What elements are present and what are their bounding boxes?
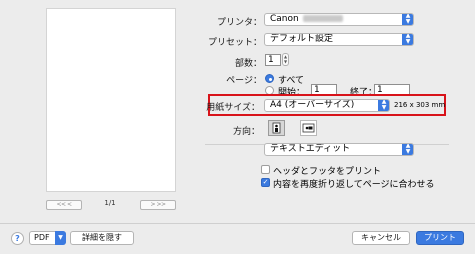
chevron-updown-icon: ▲ ▼ [402,14,413,25]
printer-popup[interactable]: Canon ▲ ▼ [264,13,414,26]
paper-size-dimensions: 216 x 303 mm [394,101,446,109]
chevron-updown-icon: ▲ ▼ [402,34,413,45]
cancel-button[interactable]: キャンセル [352,231,410,245]
pdf-label: PDF [34,233,50,242]
first-prev-page-button[interactable]: << < [46,200,82,210]
rewrap-checkbox[interactable]: ✓ [261,178,270,187]
rewrap-label: 内容を再度折り返してページに合わせる [273,180,435,190]
print-button[interactable]: プリント [416,231,464,245]
preset-popup[interactable]: デフォルト設定 ▲ ▼ [264,33,414,46]
landscape-person-icon [302,123,315,133]
app-section-popup[interactable]: テキストエディット ▲ ▼ [264,143,414,156]
page-preview [46,8,176,192]
chevron-updown-icon: ▲ ▼ [402,144,413,155]
first-page-label: << [56,201,66,208]
landscape-orientation-button[interactable] [300,120,317,136]
chevron-updown-icon: ▲ ▼ [378,100,389,111]
copies-field[interactable]: 1 [265,54,281,66]
page-indicator: 1/1 [104,199,116,207]
portrait-orientation-button[interactable] [268,120,285,136]
pages-all-radio[interactable] [265,74,274,83]
chevron-down-icon: ▼ [55,231,66,245]
printer-model-redacted [302,15,343,22]
last-page-label: >> [156,201,166,208]
preset-label: プリセット： [207,38,262,48]
pages-label: ページ： [226,76,262,86]
copies-stepper[interactable]: ▲ ▼ [282,53,289,66]
printer-label: プリンタ： [216,18,262,28]
hide-details-button[interactable]: 詳細を隠す [70,231,134,245]
header-footer-checkbox[interactable] [261,165,270,174]
next-page-label: > [150,201,156,208]
portrait-person-icon [272,122,281,134]
preset-value: デフォルト設定 [270,34,334,44]
prev-page-label: < [66,201,72,208]
footer-divider [0,223,475,224]
paper-size-value: A4 (オーバーサイズ) [270,100,355,110]
paper-size-label: 用紙サイズ： [206,103,260,113]
paper-size-popup[interactable]: A4 (オーバーサイズ) ▲ ▼ [264,99,390,112]
next-last-page-button[interactable]: > >> [140,200,176,210]
help-button[interactable]: ? [11,232,24,245]
pdf-menu-button[interactable]: PDF ▼ [29,231,66,245]
app-section-value: テキストエディット [270,144,351,154]
header-footer-label: ヘッダとフッタをプリント [273,167,382,177]
copies-label: 部数： [234,59,262,69]
printer-value: Canon [270,14,299,24]
orientation-label: 方向： [232,127,260,137]
